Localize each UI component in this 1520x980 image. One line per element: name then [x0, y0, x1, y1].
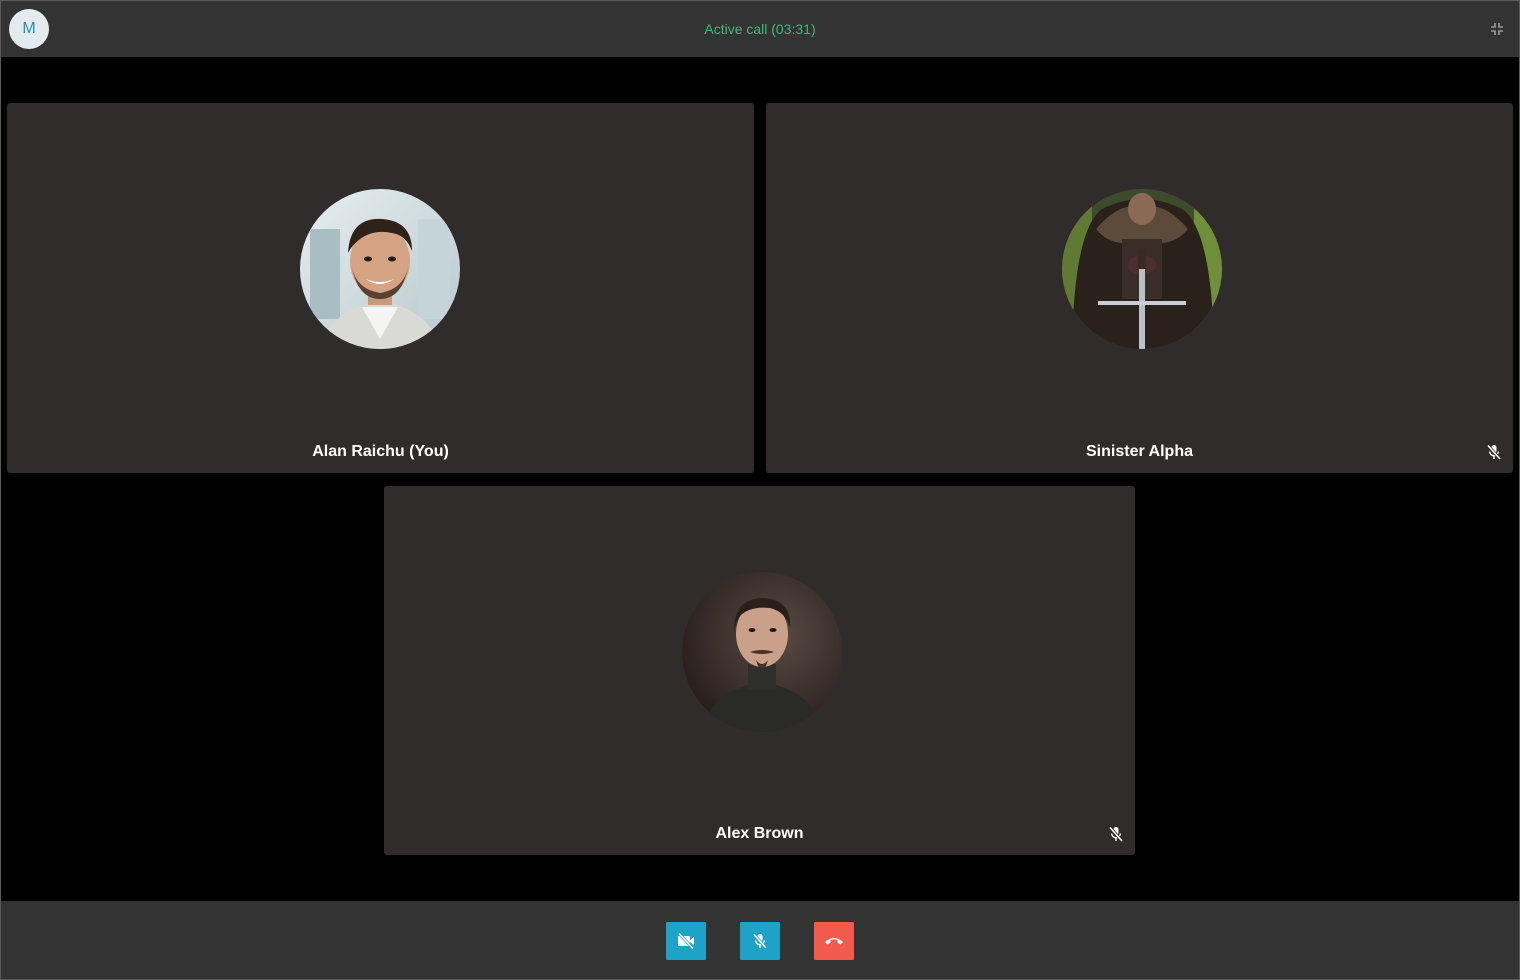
mic-off-icon: [1107, 825, 1125, 843]
participant-tile[interactable]: Alan Raichu (You): [7, 103, 754, 473]
participant-tile[interactable]: Sinister Alpha: [766, 103, 1513, 473]
participant-photo: [682, 572, 842, 732]
mic-off-icon: [752, 933, 768, 949]
minimize-icon[interactable]: [1489, 21, 1505, 37]
participant-name: Alex Brown: [715, 825, 804, 842]
call-status: Active call (03:31): [704, 21, 816, 37]
participant-photo: [1062, 189, 1222, 349]
video-off-icon: [677, 932, 695, 950]
call-controls-bar: [1, 901, 1519, 979]
participant-name: Alan Raichu (You): [312, 443, 449, 460]
participant-photo: [300, 189, 460, 349]
phone-hangup-icon: [825, 938, 843, 945]
participant-name: Sinister Alpha: [1086, 443, 1193, 460]
participant-tile[interactable]: Alex Brown: [384, 486, 1135, 855]
mic-off-icon: [1485, 443, 1503, 461]
toggle-mic-button[interactable]: [740, 922, 780, 960]
top-bar: M Active call (03:31): [1, 1, 1519, 57]
hang-up-button[interactable]: [814, 922, 854, 960]
toggle-video-button[interactable]: [666, 922, 706, 960]
call-window: M Active call (03:31) Alan Raichu (You) …: [0, 0, 1520, 980]
